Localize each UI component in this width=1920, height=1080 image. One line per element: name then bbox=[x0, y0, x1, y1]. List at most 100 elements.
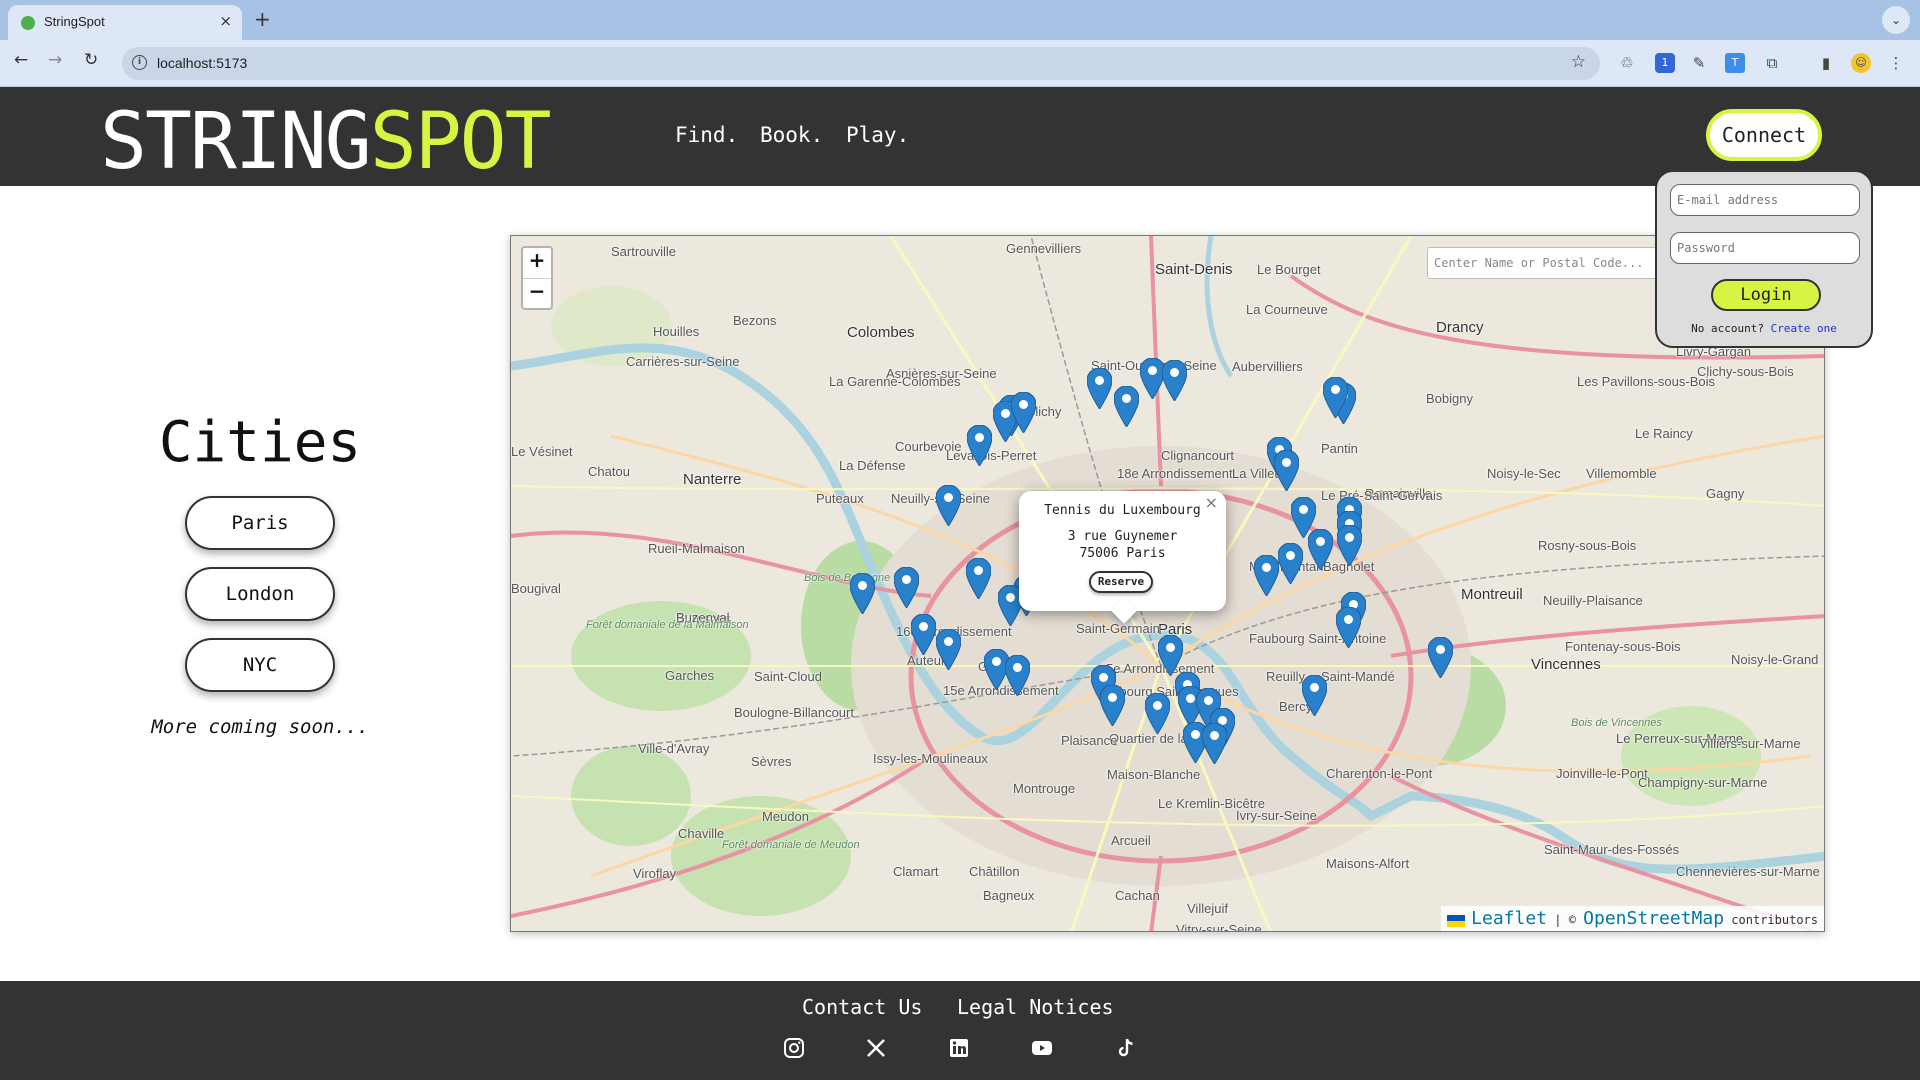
tab-close-icon[interactable]: × bbox=[219, 12, 232, 30]
connect-button[interactable]: Connect bbox=[1706, 109, 1822, 161]
legal-notices-link[interactable]: Legal Notices bbox=[957, 995, 1114, 1019]
map-place-label: Montrouge bbox=[1013, 781, 1076, 796]
map-place-label: Saint-Denis bbox=[1155, 261, 1233, 278]
browser-tab[interactable]: StringSpot × bbox=[8, 5, 242, 40]
tiktok-icon[interactable] bbox=[1114, 1036, 1138, 1060]
browser-menu-icon[interactable]: ⋮ bbox=[1886, 53, 1906, 73]
map-marker-icon[interactable] bbox=[1011, 392, 1036, 433]
map-place-label: Villiers-sur-Marne bbox=[1699, 736, 1801, 751]
zoom-out-button[interactable]: − bbox=[523, 278, 551, 308]
map-marker-icon[interactable] bbox=[1278, 543, 1303, 584]
map-place-label: Saint-Mandé bbox=[1321, 669, 1395, 684]
browser-tabbar: StringSpot × + ⌄ bbox=[0, 0, 1920, 40]
map-place-label: Bagneux bbox=[983, 888, 1035, 903]
map-marker-icon[interactable] bbox=[1274, 450, 1299, 491]
map-marker-icon[interactable] bbox=[1202, 723, 1227, 764]
youtube-icon[interactable] bbox=[1030, 1036, 1054, 1060]
map-place-label: Montreuil bbox=[1461, 586, 1523, 603]
map-marker-icon[interactable] bbox=[1114, 386, 1139, 427]
attribution-contributors: contributors bbox=[1731, 913, 1818, 927]
login-button[interactable]: Login bbox=[1711, 279, 1821, 311]
map-marker-icon[interactable] bbox=[1428, 637, 1453, 678]
create-account-link[interactable]: Create one bbox=[1771, 322, 1837, 335]
city-button-paris[interactable]: Paris bbox=[185, 496, 335, 550]
map-place-label: Le Raincy bbox=[1635, 426, 1693, 441]
zoom-control: + − bbox=[521, 246, 553, 310]
map-place-label: Forêt domaniale de Meudon bbox=[722, 839, 860, 851]
map-marker-icon[interactable] bbox=[1087, 368, 1112, 409]
reload-icon[interactable]: ↻ bbox=[84, 50, 98, 70]
login-panel: E-mail address Password Login No account… bbox=[1655, 170, 1873, 348]
openstreetmap-link[interactable]: OpenStreetMap bbox=[1583, 908, 1724, 929]
map-marker-icon[interactable] bbox=[911, 614, 936, 655]
password-field[interactable]: Password bbox=[1670, 232, 1860, 264]
url-text[interactable]: localhost:5173 bbox=[157, 55, 247, 71]
logo[interactable]: STRINGSPOT bbox=[100, 97, 552, 187]
zoom-in-button[interactable]: + bbox=[523, 248, 551, 278]
map-marker-icon[interactable] bbox=[1302, 675, 1327, 716]
map-place-label: Villejuif bbox=[1187, 901, 1228, 916]
tagline-play: Play. bbox=[846, 123, 910, 147]
tab-search-icon[interactable]: ⌄ bbox=[1882, 6, 1910, 34]
map-marker-icon[interactable] bbox=[1158, 635, 1183, 676]
logo-string: STRING bbox=[100, 97, 372, 187]
city-button-london[interactable]: London bbox=[185, 567, 335, 621]
profile-avatar[interactable]: ☺ bbox=[1851, 53, 1871, 73]
contact-us-link[interactable]: Contact Us bbox=[802, 995, 922, 1019]
popup-center-name: Tennis du Luxembourg bbox=[1044, 503, 1201, 518]
recycle-extension-icon[interactable]: ♲ bbox=[1617, 53, 1637, 73]
city-button-nyc[interactable]: NYC bbox=[185, 638, 335, 692]
tagline-book: Book. bbox=[760, 123, 824, 147]
map-search-input[interactable]: Center Name or Postal Code... bbox=[1427, 247, 1667, 279]
email-field[interactable]: E-mail address bbox=[1670, 184, 1860, 216]
address-bar[interactable]: i localhost:5173 ☆ bbox=[122, 47, 1600, 80]
map-marker-icon[interactable] bbox=[1323, 377, 1348, 418]
map-marker-icon[interactable] bbox=[936, 485, 961, 526]
map-place-label: Bois de Vincennes bbox=[1571, 717, 1662, 729]
cities-title: Cities bbox=[158, 410, 362, 475]
linkedin-icon[interactable] bbox=[947, 1036, 971, 1060]
map-marker-icon[interactable] bbox=[966, 558, 991, 599]
map-marker-icon[interactable] bbox=[1100, 685, 1125, 726]
map-place-label: Carrières-sur-Seine bbox=[626, 354, 740, 369]
map-marker-icon[interactable] bbox=[967, 425, 992, 466]
pen-extension-icon[interactable]: ✎ bbox=[1689, 53, 1709, 73]
back-icon[interactable]: ← bbox=[14, 50, 28, 70]
map-place-label: Sèvres bbox=[751, 754, 792, 769]
map-marker-icon[interactable] bbox=[1336, 607, 1361, 648]
forward-icon[interactable]: → bbox=[48, 50, 62, 70]
map-place-label: Bois de Boulogne bbox=[804, 572, 891, 584]
x-twitter-icon[interactable] bbox=[864, 1036, 888, 1060]
reserve-button[interactable]: Reserve bbox=[1089, 571, 1153, 593]
extension-badge-icon[interactable]: 1 bbox=[1655, 53, 1675, 73]
map-marker-icon[interactable] bbox=[936, 629, 961, 670]
leaflet-link[interactable]: Leaflet bbox=[1471, 908, 1547, 929]
map-marker-icon[interactable] bbox=[1254, 555, 1279, 596]
map-marker-icon[interactable] bbox=[1337, 525, 1362, 566]
no-account-label: No account? bbox=[1691, 322, 1764, 335]
bookmark-star-icon[interactable]: ☆ bbox=[1571, 52, 1586, 72]
site-info-icon[interactable]: i bbox=[132, 55, 147, 70]
tagline-find: Find. bbox=[675, 123, 739, 147]
map-place-label: Pantin bbox=[1321, 441, 1358, 456]
map-place-label: 18e Arrondissement bbox=[1117, 466, 1233, 481]
browser-toolbar: ← → ↻ i localhost:5173 ☆ ♲ 1 ✎ T ⧉ ▮ ☺ ⋮ bbox=[0, 40, 1920, 87]
side-panel-icon[interactable]: ▮ bbox=[1816, 53, 1836, 73]
new-tab-icon[interactable]: + bbox=[254, 7, 271, 31]
map-marker-icon[interactable] bbox=[1005, 655, 1030, 696]
map-marker-icon[interactable] bbox=[1162, 360, 1187, 401]
map-place-label: Nanterre bbox=[683, 471, 742, 488]
map-place-label: Saint-Cloud bbox=[754, 669, 822, 684]
map-place-label: Maison-Blanche bbox=[1107, 767, 1201, 782]
map-place-label: Châtillon bbox=[969, 864, 1020, 879]
translate-extension-icon[interactable]: T bbox=[1725, 53, 1745, 73]
map-attribution: Leaflet | © OpenStreetMap contributors bbox=[1441, 906, 1824, 931]
map-marker-icon[interactable] bbox=[850, 573, 875, 614]
map-marker-icon[interactable] bbox=[1145, 693, 1170, 734]
extensions-puzzle-icon[interactable]: ⧉ bbox=[1762, 53, 1782, 73]
map[interactable]: Sartrouville Saint-Denis Gennevilliers Colo… bbox=[510, 235, 1825, 932]
map-place-label: Clamart bbox=[893, 864, 939, 879]
map-marker-icon[interactable] bbox=[1308, 529, 1333, 570]
map-marker-icon[interactable] bbox=[894, 567, 919, 608]
instagram-icon[interactable] bbox=[782, 1036, 806, 1060]
